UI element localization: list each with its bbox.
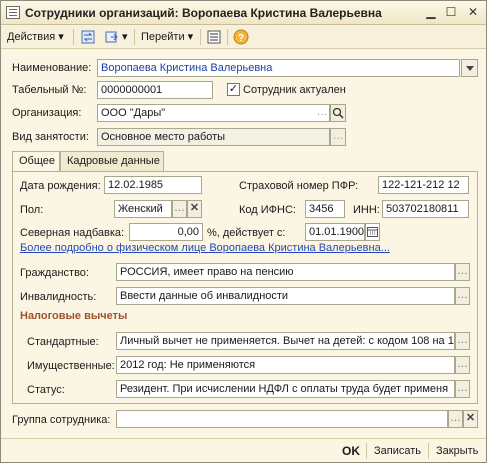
form-icon <box>6 6 20 19</box>
pfr-number-input[interactable]: 122-121-212 12 <box>378 176 469 194</box>
standard-deductions-select-button[interactable]: … <box>455 332 470 350</box>
north-allowance-unit: %, действует с: <box>207 227 286 239</box>
north-allowance-input[interactable]: 0,00 <box>129 223 203 241</box>
citizenship-select-button[interactable]: … <box>455 263 470 281</box>
employment-type-select-button[interactable]: … <box>330 128 346 146</box>
sex-select-button[interactable]: … <box>172 200 187 218</box>
tab-number-input[interactable]: 0000000001 <box>97 81 213 99</box>
tab-number-label: Табельный №: <box>12 84 87 96</box>
maximize-icon[interactable]: ☐ <box>443 4 459 20</box>
goto-label: Перейти <box>141 31 185 43</box>
footer-bar: OK Записать Закрыть <box>1 438 486 462</box>
footer-divider <box>366 443 367 459</box>
ok-button[interactable]: OK <box>342 443 360 459</box>
property-deductions-input[interactable]: 2012 год: Не применяются <box>116 356 455 374</box>
standard-deductions-label: Стандартные: <box>27 336 99 348</box>
toolbar: Действия ▾ ▾ Перейти ▾ ? <box>1 25 486 49</box>
clear-icon[interactable]: ✕ <box>187 200 202 218</box>
tax-status-input[interactable]: Резидент. При исчислении НДФЛ с оплаты т… <box>116 380 455 398</box>
birth-date-label: Дата рождения: <box>20 180 101 192</box>
property-deductions-select-button[interactable]: … <box>455 356 470 374</box>
disability-select-button[interactable]: … <box>455 287 470 305</box>
toolbar-divider <box>227 29 228 45</box>
employee-window: Сотрудники организаций: Воропаева Кристи… <box>0 0 487 463</box>
standard-deductions-input[interactable]: Личный вычет не применяется. Вычет на де… <box>116 332 455 350</box>
name-dropdown-button[interactable] <box>461 59 478 77</box>
inn-label: ИНН: <box>353 204 380 216</box>
north-start-date-input[interactable]: 01.01.1900 <box>305 223 365 241</box>
toolbar-divider <box>134 29 135 45</box>
north-allowance-label: Северная надбавка: <box>20 227 125 239</box>
list-icon[interactable] <box>206 29 222 45</box>
employment-type-label: Вид занятости: <box>12 131 89 143</box>
help-icon[interactable]: ? <box>233 29 249 45</box>
search-icon[interactable] <box>330 104 346 122</box>
citizenship-label: Гражданство: <box>20 267 89 279</box>
dropdown-arrow-icon <box>465 66 474 71</box>
person-details-link[interactable]: Более подробно о физическом лице Воропае… <box>20 242 390 254</box>
swap-icon[interactable] <box>80 29 96 45</box>
tax-status-label: Статус: <box>27 384 65 396</box>
close-button[interactable]: Закрыть <box>436 443 478 459</box>
chevron-down-icon: ▾ <box>187 31 194 43</box>
employment-type-input[interactable]: Основное место работы <box>97 128 330 146</box>
name-label: Наименование: <box>12 62 92 74</box>
toolbar-divider <box>73 29 74 45</box>
goto-menu[interactable]: Перейти ▾ <box>141 28 193 46</box>
svg-text:?: ? <box>238 33 244 44</box>
organization-input[interactable]: ООО "Дары" <box>97 104 330 122</box>
disability-input[interactable]: Ввести данные об инвалидности <box>116 287 455 305</box>
employee-group-label: Группа сотрудника: <box>12 414 111 426</box>
organization-select-button[interactable]: … <box>315 104 330 122</box>
clear-icon[interactable]: ✕ <box>463 410 478 428</box>
close-icon[interactable]: ✕ <box>465 4 481 20</box>
actions-menu[interactable]: Действия ▾ <box>7 28 64 46</box>
employee-group-select-button[interactable]: … <box>448 410 463 428</box>
citizenship-input[interactable]: РОССИЯ, имеет право на пенсию <box>116 263 455 281</box>
ifns-code-label: Код ИФНС: <box>239 204 296 216</box>
footer-divider <box>428 443 429 459</box>
pfr-number-label: Страховой номер ПФР: <box>239 180 359 192</box>
name-input[interactable]: Воропаева Кристина Валерьевна <box>97 59 460 77</box>
property-deductions-label: Имущественные: <box>27 360 115 372</box>
save-button[interactable]: Записать <box>374 443 421 459</box>
tab-general[interactable]: Общее <box>12 151 60 172</box>
organization-label: Организация: <box>12 107 82 119</box>
active-employee-label: Сотрудник актуален <box>243 84 346 96</box>
title-bar: Сотрудники организаций: Воропаева Кристи… <box>1 1 486 25</box>
birth-date-input[interactable]: 12.02.1985 <box>104 176 202 194</box>
chevron-down-icon: ▾ <box>58 31 64 43</box>
window-title: Сотрудники организаций: Воропаева Кристи… <box>25 6 382 20</box>
toolbar-divider <box>200 29 201 45</box>
employee-group-input[interactable] <box>116 410 448 428</box>
minimize-icon[interactable]: ▁ <box>423 4 439 20</box>
sex-label: Пол: <box>20 204 44 216</box>
actions-label: Действия <box>7 31 56 43</box>
active-employee-checkbox[interactable]: ✓ <box>227 83 240 96</box>
structure-icon[interactable] <box>104 29 120 45</box>
sex-input[interactable]: Женский <box>114 200 172 218</box>
tax-status-select-button[interactable]: … <box>455 380 470 398</box>
ifns-code-input[interactable]: 3456 <box>305 200 345 218</box>
calendar-icon[interactable] <box>365 223 380 241</box>
inn-input[interactable]: 503702180811 <box>382 200 469 218</box>
disability-label: Инвалидность: <box>20 291 97 303</box>
tax-deductions-heading: Налоговые вычеты <box>20 310 128 322</box>
chevron-down-icon[interactable]: ▾ <box>122 28 128 46</box>
tab-hr-data[interactable]: Кадровые данные <box>60 151 164 171</box>
